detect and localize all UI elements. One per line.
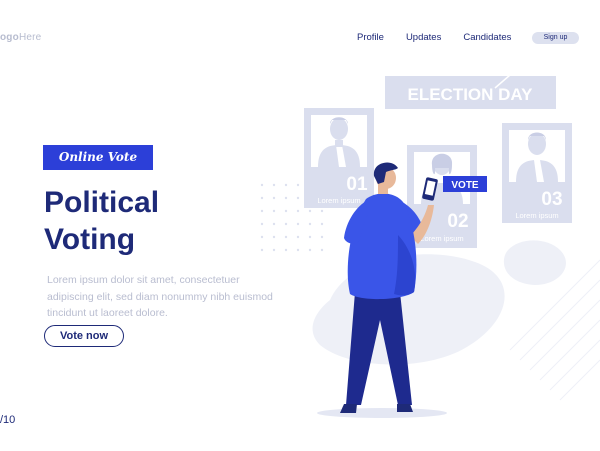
ground-shadow xyxy=(317,408,447,418)
card-01-number: 01 xyxy=(346,174,368,195)
small-blob xyxy=(503,240,566,285)
election-illustration: ELECTION DAY 01 Lorem ipsum 02 Lorem ips… xyxy=(260,74,600,418)
candidate-card-03: 03 Lorem ipsum xyxy=(502,123,572,223)
card-01-caption: Lorem ipsum xyxy=(317,196,360,205)
card-03-number: 03 xyxy=(541,189,562,210)
card-03-caption: Lorem ipsum xyxy=(515,211,558,220)
vote-label-text: VOTE xyxy=(451,180,479,191)
candidate-card-01: 01 Lorem ipsum xyxy=(304,108,374,208)
election-day-text: ELECTION DAY xyxy=(407,85,533,104)
card-02-caption: Lorem ipsum xyxy=(420,234,463,243)
card-02-number: 02 xyxy=(447,211,468,232)
